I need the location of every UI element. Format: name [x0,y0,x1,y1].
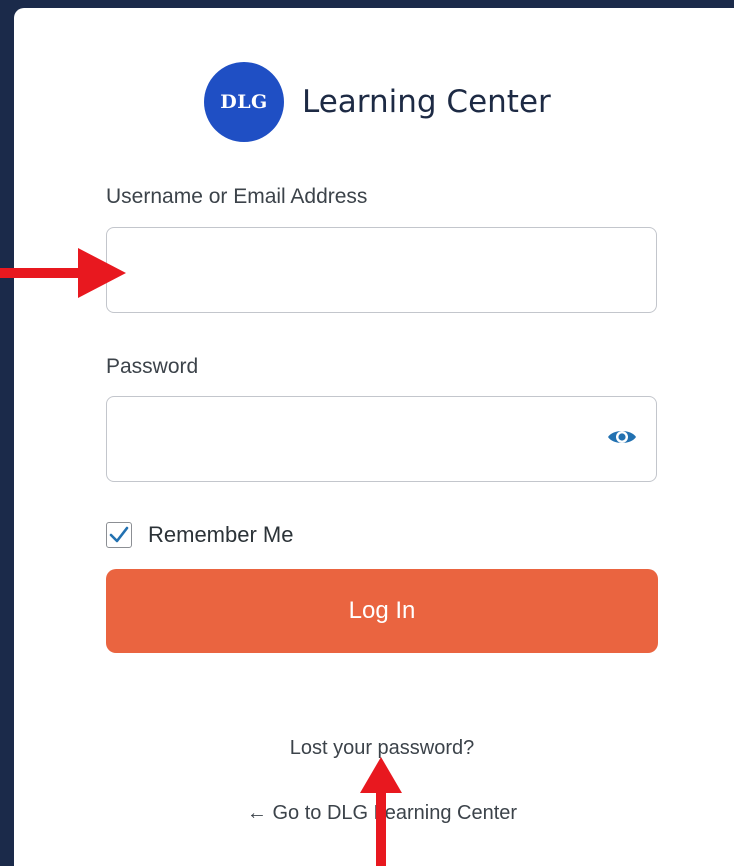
password-field-wrapper [106,396,657,482]
checkmark-icon [109,526,129,543]
site-title: Learning Center [302,84,551,120]
password-input[interactable] [107,397,656,481]
username-input[interactable] [107,228,656,312]
username-field-wrapper [106,227,657,313]
annotation-arrow-up [360,757,402,866]
remember-me-label: Remember Me [148,522,294,547]
dlg-logo: DLG [204,62,284,142]
password-visibility-eye-icon[interactable] [606,421,638,453]
brand-header: DLG Learning Center [204,62,551,142]
password-label: Password [106,355,199,378]
logo-text: DLG [220,91,268,113]
remember-me-row[interactable]: Remember Me [106,522,293,548]
remember-me-checkbox[interactable] [106,522,132,548]
annotation-arrow-right [0,248,126,298]
login-button[interactable]: Log In [106,569,658,653]
username-label: Username or Email Address [106,185,368,208]
page: DLG Learning Center Username or Email Ad… [0,0,734,866]
